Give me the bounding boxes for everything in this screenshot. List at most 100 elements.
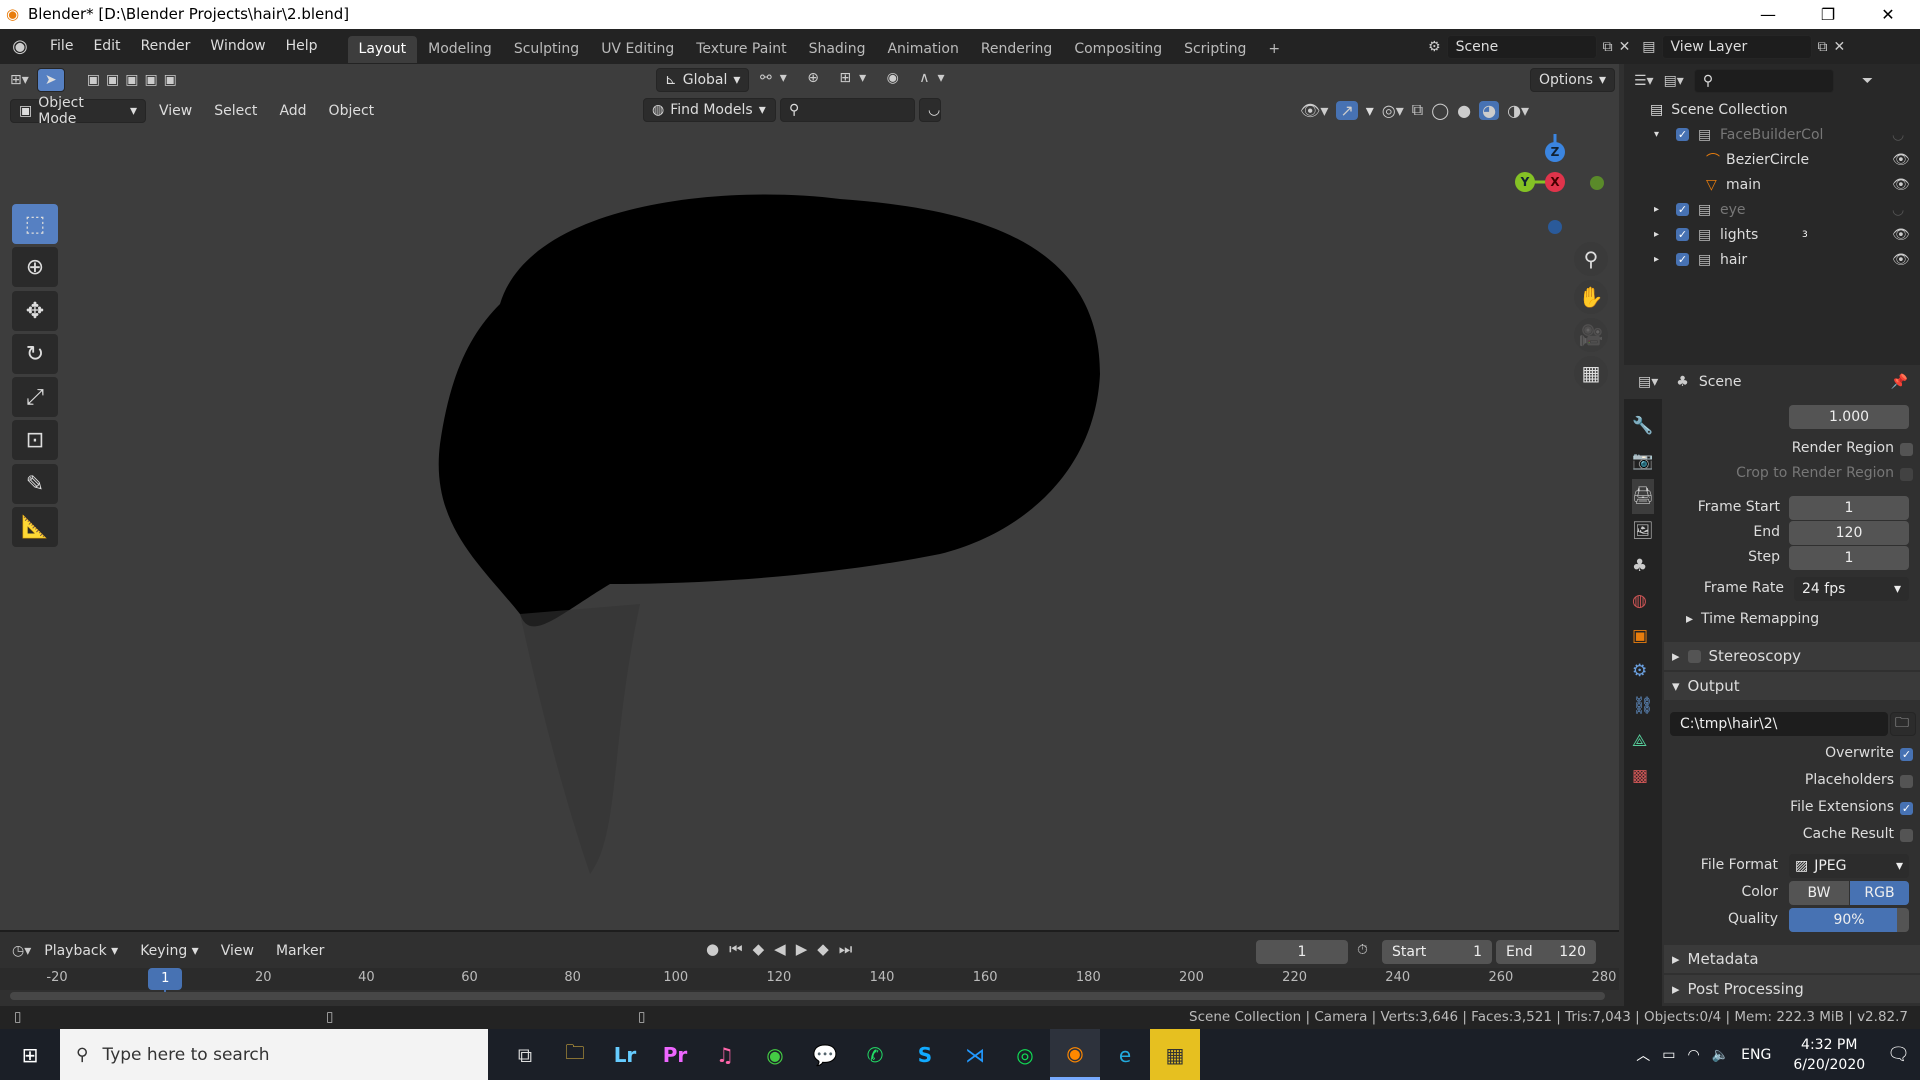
close-button[interactable]: ✕	[1860, 0, 1916, 29]
outliner-item[interactable]: ▸ ✓ ▤ lights 3 👁	[1624, 222, 1920, 247]
scene-collection-row[interactable]: ▤ Scene Collection	[1624, 97, 1920, 122]
show-hidden-icons[interactable]: ︿	[1636, 1045, 1650, 1065]
outliner-item[interactable]: ▸ ✓ ▤ eye ◡	[1624, 197, 1920, 222]
new-view-layer-icon[interactable]: ⧉	[1818, 39, 1828, 55]
frame-end-field[interactable]: 120	[1789, 521, 1909, 545]
maximize-button[interactable]: ❐	[1800, 0, 1856, 29]
move-tool-icon[interactable]: ✥	[12, 291, 58, 331]
tab-compositing[interactable]: Compositing	[1063, 36, 1173, 63]
render-region-checkbox[interactable]	[1900, 443, 1913, 456]
visibility-eye-icon[interactable]: 👁	[1892, 252, 1910, 268]
spotify-icon[interactable]: ◎	[1000, 1029, 1050, 1080]
z-axis-icon[interactable]: Z	[1545, 142, 1565, 162]
stereoscopy-panel[interactable]: ▸ Stereoscopy	[1664, 642, 1920, 670]
collection-checkbox[interactable]: ✓	[1676, 253, 1689, 266]
blender-menu-icon[interactable]: ◉	[0, 36, 40, 57]
battery-icon[interactable]: ▭	[1662, 1047, 1675, 1063]
visibility-icon[interactable]: 👁▾	[1300, 101, 1328, 120]
prev-keyframe-icon[interactable]: ◆	[753, 940, 765, 958]
playhead[interactable]: 1	[148, 968, 183, 990]
frame-rate-dropdown[interactable]: 24 fps ▾	[1794, 577, 1909, 601]
modifier-tab-icon[interactable]: ⚙	[1632, 654, 1654, 689]
visibility-eye-icon[interactable]: 👁	[1892, 177, 1910, 193]
constraints-tab-icon[interactable]: ⛓	[1632, 689, 1654, 724]
minimize-button[interactable]: —	[1740, 0, 1796, 29]
tab-scripting[interactable]: Scripting	[1173, 36, 1257, 63]
taskbar-search-box[interactable]: ⚲ Type here to search	[60, 1029, 488, 1080]
pin-icon[interactable]: 📌	[1891, 374, 1908, 390]
rotate-tool-icon[interactable]: ↻	[12, 334, 58, 374]
outliner-item[interactable]: ⌒ BezierCircle 👁	[1624, 147, 1920, 172]
tool-tab-icon[interactable]: 🔧	[1632, 409, 1654, 444]
scene-selector[interactable]: Scene	[1446, 34, 1597, 59]
menu-playback[interactable]: Playback ▾	[35, 941, 127, 961]
overlays-icon[interactable]: ◎▾	[1382, 101, 1404, 120]
find-models-dropdown[interactable]: ◍ Find Models ▾	[643, 98, 776, 122]
end-frame-field[interactable]: End 120	[1496, 940, 1596, 964]
next-keyframe-icon[interactable]: ◆	[817, 940, 829, 958]
menu-window[interactable]: Window	[200, 29, 275, 64]
tab-animation[interactable]: Animation	[876, 36, 969, 63]
texture-tab-icon[interactable]: ▩	[1632, 759, 1654, 794]
perspective-grid-icon[interactable]: ▦	[1574, 356, 1608, 390]
line-icon[interactable]: 💬	[800, 1029, 850, 1080]
pan-hand-icon[interactable]: ✋	[1574, 280, 1608, 314]
jump-end-icon[interactable]: ⏭	[839, 940, 853, 958]
expand-arrow-icon[interactable]: ▸	[1654, 254, 1659, 265]
stereoscopy-checkbox[interactable]	[1687, 649, 1701, 663]
gizmo-dropdown-icon[interactable]: ▾	[1366, 101, 1374, 120]
find-search-input[interactable]: ⚲	[780, 98, 915, 122]
gizmo-toggle-icon[interactable]: ↗	[1336, 100, 1358, 120]
frame-step-field[interactable]: 1	[1789, 546, 1909, 570]
color-bw-button[interactable]: BW	[1789, 881, 1849, 905]
record-icon[interactable]: ●	[706, 940, 719, 958]
file-format-dropdown[interactable]: ▨ JPEG ▾	[1789, 854, 1909, 878]
visibility-eye-icon[interactable]: 👁	[1892, 227, 1910, 243]
menu-object[interactable]: Object	[320, 101, 384, 121]
edge-icon[interactable]: e	[1100, 1029, 1150, 1080]
chrome-icon[interactable]: ◉	[750, 1029, 800, 1080]
render-tab-icon[interactable]: 📷	[1632, 444, 1654, 479]
annotate-tool-icon[interactable]: ✎	[12, 464, 58, 504]
blender-taskbar-icon[interactable]: ◉	[1050, 1029, 1100, 1080]
start-button[interactable]: ⊞	[0, 1029, 60, 1080]
tab-shading[interactable]: Shading	[798, 36, 877, 63]
camera-view-icon[interactable]: 🎥	[1574, 318, 1608, 352]
outliner-editor-type-icon[interactable]: ☰▾	[1634, 73, 1654, 89]
timeline-editor-type-icon[interactable]: ◷▾	[12, 943, 31, 959]
expand-arrow-icon[interactable]: ▸	[1654, 204, 1659, 215]
y-axis-icon[interactable]: Y	[1515, 172, 1535, 192]
collection-checkbox[interactable]: ✓	[1676, 203, 1689, 216]
menu-view[interactable]: View	[150, 101, 201, 121]
select-tool-icon[interactable]: ➤	[36, 68, 65, 92]
whatsapp-icon[interactable]: ✆	[850, 1029, 900, 1080]
find-options-button[interactable]: ◡	[919, 98, 941, 122]
overwrite-checkbox[interactable]: ✓	[1900, 748, 1913, 761]
aspect-y-field[interactable]: 1.000	[1789, 405, 1909, 429]
outliner-item[interactable]: ▽ main 👁	[1624, 172, 1920, 197]
visibility-eye-icon[interactable]: ◡	[1892, 127, 1904, 143]
current-frame-field[interactable]: 1	[1256, 940, 1348, 964]
wireframe-shading-icon[interactable]: ◯	[1431, 101, 1449, 120]
cursor-tool-icon[interactable]: ⊕	[12, 247, 58, 287]
tab-modeling[interactable]: Modeling	[417, 36, 503, 63]
visibility-eye-icon[interactable]: ◡	[1892, 202, 1904, 218]
mode-selector[interactable]: ▣ Object Mode ▾	[10, 95, 146, 127]
task-view-icon[interactable]: ⧉	[500, 1029, 550, 1080]
transform-tool-icon[interactable]: ⊡	[12, 420, 58, 460]
menu-help[interactable]: Help	[276, 29, 328, 64]
notifications-icon[interactable]: 🗨	[1887, 1044, 1910, 1065]
scene-icon[interactable]: ⚙	[1428, 39, 1441, 55]
frame-start-field[interactable]: 1	[1789, 496, 1909, 520]
scale-tool-icon[interactable]: ⤢	[12, 377, 58, 417]
tab-sculpting[interactable]: Sculpting	[503, 36, 590, 63]
view-layer-selector[interactable]: View Layer	[1661, 34, 1812, 59]
collection-checkbox[interactable]: ✓	[1676, 228, 1689, 241]
menu-add[interactable]: Add	[270, 101, 315, 121]
scene-tab-icon[interactable]: ♣	[1632, 549, 1654, 584]
folder-icon[interactable]: 🗀	[1890, 712, 1916, 736]
measure-tool-icon[interactable]: 📐	[12, 507, 58, 547]
quality-slider[interactable]: 90%	[1789, 908, 1909, 932]
menu-select[interactable]: Select	[205, 101, 266, 121]
visibility-eye-icon[interactable]: 👁	[1892, 152, 1910, 168]
